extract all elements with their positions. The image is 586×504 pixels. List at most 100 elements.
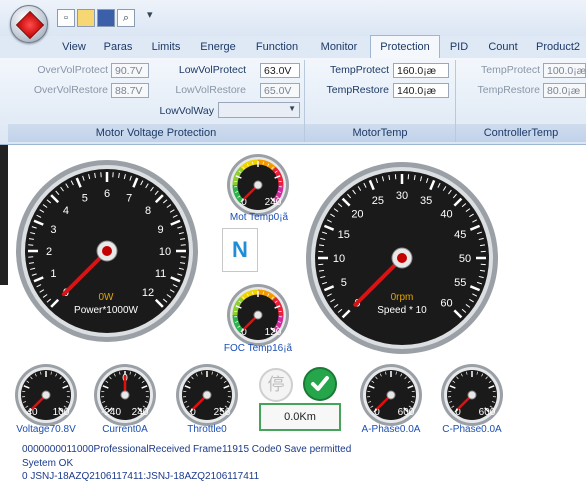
motor-voltage-protection-group: OverVolProtect 90.7V OverVolRestore 88.7… (8, 60, 305, 142)
low-vol-way-dropdown[interactable]: ▼ (218, 102, 300, 118)
c-phase-gauge: 0 600 (437, 360, 507, 426)
check-mark (311, 376, 329, 391)
max-label: 600 (398, 407, 415, 418)
needle-hub (467, 390, 477, 400)
controller-temp-protect-label: TempProtect (481, 64, 540, 76)
tick-label: 7 (126, 192, 132, 204)
save-icon[interactable] (97, 9, 115, 27)
controller-temp-group: TempProtect 100.0¡æ TempRestore 80.0¡æ C… (456, 60, 586, 142)
ribbon-tabs: View Paras Limits Energe Function Monito… (0, 35, 586, 59)
over-vol-protect-label: OverVolProtect (37, 64, 108, 76)
log-line-2: Syetem OK (22, 458, 74, 469)
mot-temp-caption: Mot Temp0¡ã (229, 212, 289, 223)
chevron-down-icon: ▼ (288, 104, 296, 113)
stop-icon[interactable]: 停 (259, 368, 293, 402)
foc-temp-caption: FOC Temp16¡ã (223, 343, 293, 354)
distance-display: 0.0Km (259, 403, 341, 431)
needle-hub-center (102, 246, 112, 256)
print-preview-icon[interactable]: ⌕ (117, 9, 135, 27)
throttle-dial: 0 256 (176, 364, 238, 426)
tab-pid[interactable]: PID (442, 36, 476, 58)
tab-energe[interactable]: Energe (193, 36, 243, 58)
c-phase-caption: C-Phase0.0A (442, 424, 502, 435)
tick-label: 10 (333, 253, 345, 265)
tick-label: 10 (159, 246, 171, 258)
new-file-icon[interactable]: ▫ (57, 9, 75, 27)
tab-protection[interactable]: Protection (370, 35, 440, 58)
window-edge (0, 145, 8, 285)
voltage-caption: Voltage70.8V (16, 424, 76, 435)
controller-temp-restore-field[interactable]: 80.0¡æ (543, 83, 586, 98)
log-line-1: 0000000011000ProfessionalReceived Frame1… (22, 444, 352, 455)
over-vol-protect-field[interactable]: 90.7V (111, 63, 149, 78)
over-vol-restore-field[interactable]: 88.7V (111, 83, 149, 98)
over-vol-restore-label: OverVolRestore (33, 84, 108, 96)
tick-label: 5 (341, 277, 347, 289)
tab-limits[interactable]: Limits (143, 36, 189, 58)
throttle-gauge: 0 256 (172, 360, 242, 426)
max-label: 256 (214, 407, 231, 418)
current-dial: -2402400 (94, 364, 156, 426)
speed-gauge: 051015202530354045505560 (304, 160, 500, 356)
mot-temp-gauge: 0 240 (223, 150, 293, 216)
c-phase-dial: 0 600 (441, 364, 503, 426)
speed-gauge-dial: 051015202530354045505560 (306, 162, 498, 354)
voltage-gauge: 40 100 (11, 360, 81, 426)
motor-temp-restore-label: TempRestore (326, 84, 389, 96)
max-label: 240 (132, 407, 149, 418)
motor-temp-protect-label: TempProtect (330, 64, 389, 76)
low-vol-protect-label: LowVolProtect (178, 64, 246, 76)
needle-hub (41, 390, 51, 400)
power-gauge-dial: 0123456789101112 (16, 160, 198, 342)
tick-label: 8 (145, 205, 151, 217)
controller-temp-protect-field[interactable]: 100.0¡æ (543, 63, 586, 78)
foc-temp-dial: 0 120 (227, 284, 289, 346)
low-vol-restore-field[interactable]: 65.0V (260, 83, 300, 98)
current-gauge: -2402400 (90, 360, 160, 426)
tick-label: 40 (440, 208, 452, 220)
ribbon-panel: OverVolProtect 90.7V OverVolRestore 88.7… (0, 58, 586, 145)
power-caption: Power*1000W (74, 305, 138, 316)
tab-view[interactable]: View (52, 36, 96, 58)
tick-label: 3 (50, 224, 56, 236)
controller-temp-caption: ControllerTemp (456, 124, 586, 142)
tick-label: 2 (46, 246, 52, 258)
motor-temp-caption: MotorTemp (305, 124, 455, 142)
needle-hub (253, 180, 263, 190)
customize-toolbar-icon[interactable]: ▾ (147, 8, 153, 21)
tick-label: 55 (454, 277, 466, 289)
min-label: -240 (101, 407, 121, 418)
tab-function[interactable]: Function (248, 36, 306, 58)
current-caption: Current0A (102, 424, 148, 435)
tick-label: 1 (50, 268, 56, 280)
tab-monitor[interactable]: Monitor (311, 36, 367, 58)
motor-temp-protect-field[interactable]: 160.0¡æ (393, 63, 449, 78)
low-vol-protect-field[interactable]: 63.0V (260, 63, 300, 78)
power-value: 0W (98, 292, 114, 303)
speed-value: 0rpm (390, 292, 414, 303)
speed-caption: Speed * 10 (377, 305, 427, 316)
low-vol-restore-label: LowVolRestore (175, 84, 246, 96)
max-label: 600 (479, 407, 496, 418)
log-line-3: 0 JSNJ-18AZQ2106117411:JSNJ-18AZQ2106117… (22, 471, 260, 482)
a-phase-gauge: 0 600 (356, 360, 426, 426)
foc-temp-gauge: 0 120 (223, 280, 293, 346)
max-label: 120 (265, 327, 282, 338)
tick-label: 5 (82, 192, 88, 204)
motor-voltage-protection-caption: Motor Voltage Protection (8, 124, 304, 142)
tick-label: 30 (396, 190, 408, 202)
tick-label: 35 (420, 195, 432, 207)
needle-hub (120, 390, 130, 400)
open-folder-icon[interactable] (77, 9, 95, 27)
tick-label: 4 (63, 205, 69, 217)
motor-temp-restore-field[interactable]: 140.0¡æ (393, 83, 449, 98)
throttle-caption: Throttle0 (187, 424, 227, 435)
tab-product2[interactable]: Product2 (530, 36, 586, 58)
ok-check-icon (303, 367, 337, 401)
max-label: 240 (265, 197, 282, 208)
application-menu-button[interactable] (10, 5, 48, 43)
mot-temp-dial: 0 240 (227, 154, 289, 216)
tab-paras[interactable]: Paras (97, 36, 139, 58)
tab-count[interactable]: Count (480, 36, 526, 58)
tick-label: 50 (459, 253, 471, 265)
